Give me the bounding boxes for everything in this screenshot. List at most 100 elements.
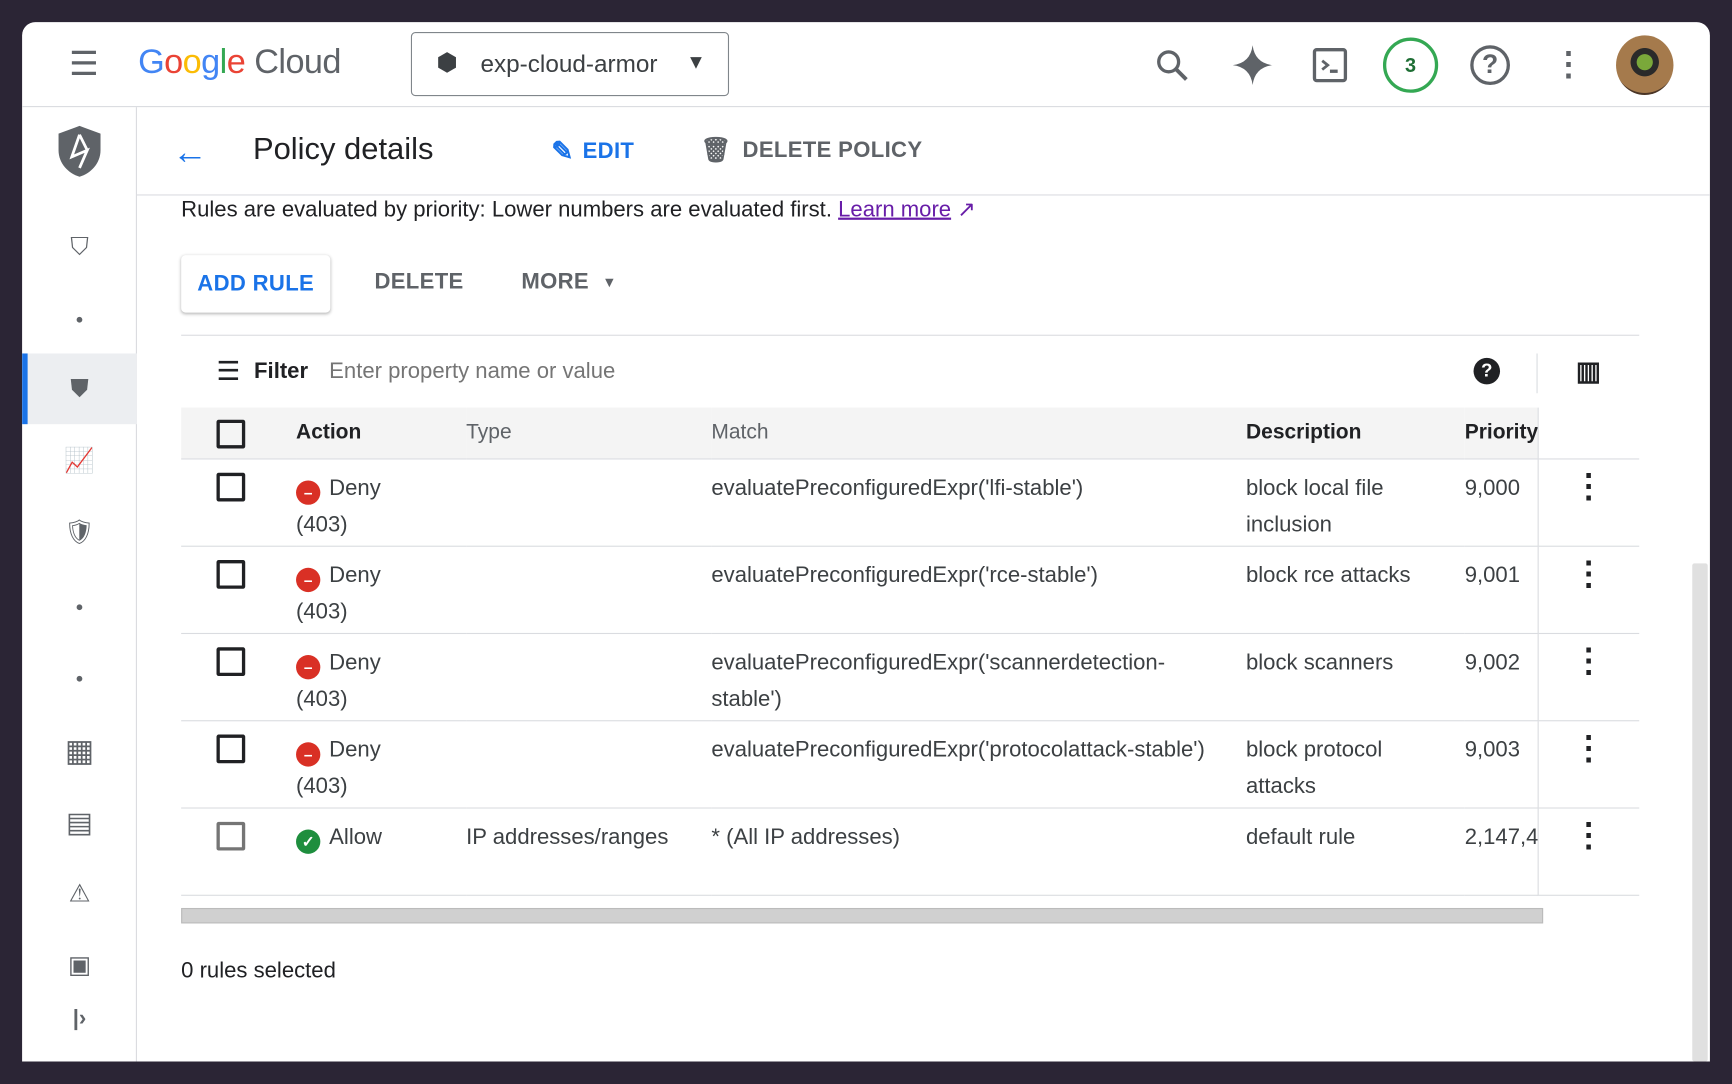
column-header-description[interactable]: Description [1245, 407, 1465, 459]
expand-rail-icon[interactable]: |› [22, 983, 137, 1054]
action-cell: – Deny (403) [296, 458, 467, 547]
cloud-shell-icon[interactable] [1310, 45, 1350, 85]
more-vert-icon[interactable]: ⋮ [1538, 731, 1639, 765]
rail-lock-shield-icon[interactable]: 🛡 [22, 497, 137, 568]
learn-more-link[interactable]: Learn more [838, 198, 951, 222]
table-header-row: Action Type Match Description Priority [181, 407, 1640, 459]
priority-cell: 9,002 [1464, 632, 1539, 721]
row-checkbox[interactable] [181, 720, 297, 809]
more-button[interactable]: MORE ▼ [521, 270, 616, 295]
priority-cell: 9,001 [1464, 545, 1539, 634]
rail-security-badge-icon[interactable]: ⛉ [22, 212, 137, 283]
action-cell: – Deny (403) [296, 545, 467, 634]
project-name: exp-cloud-armor [480, 49, 658, 78]
more-vert-icon[interactable]: ⋮ [1552, 44, 1585, 86]
match-cell: * (All IP addresses) [711, 807, 1246, 896]
row-actions-menu[interactable]: ⋮ [1537, 545, 1640, 634]
top-bar: ☰ Google Cloud ⬢ exp-cloud-armor ▼ 3 ? ⋮ [22, 22, 1710, 108]
cloud-armor-shield-icon[interactable] [22, 107, 137, 195]
table-row: – Deny (403) evaluatePreconfiguredExpr('rc… [181, 545, 1640, 634]
google-cloud-logo[interactable]: Google Cloud [138, 42, 341, 82]
filter-label: Filter [254, 358, 309, 384]
column-header-type[interactable]: Type [466, 407, 712, 459]
rail-firewall-icon[interactable]: ▤ [22, 786, 137, 857]
rail-policies-shield-icon[interactable]: ⛊ [22, 353, 137, 425]
rail-chart-sparkle-icon[interactable]: 📈 [22, 425, 137, 496]
delete-button[interactable]: DELETE [374, 270, 463, 295]
rail-dot-icon[interactable]: ● [22, 284, 137, 355]
priority-cell: 9,003 [1464, 720, 1539, 809]
user-avatar[interactable] [1616, 35, 1674, 95]
project-selector[interactable]: ⬢ exp-cloud-armor ▼ [410, 32, 730, 97]
product-nav-rail: ⛉ ● ⛊ 📈 🛡 ● ● ▦ ▤ ⚠ ▣ |› [22, 107, 137, 1062]
type-cell [466, 632, 712, 721]
selection-count: 0 rules selected [181, 958, 336, 984]
edit-button[interactable]: ✎ EDIT [551, 136, 634, 168]
back-arrow-icon[interactable]: ← [168, 131, 212, 171]
row-checkbox[interactable] [181, 545, 297, 634]
type-cell [466, 720, 712, 809]
more-vert-icon[interactable]: ⋮ [1538, 469, 1639, 503]
table-row: – Deny (403) evaluatePreconfiguredExpr('pr… [181, 720, 1640, 809]
priority-cell: 9,000 [1464, 458, 1539, 547]
filter-input[interactable] [329, 351, 1324, 392]
more-vert-icon[interactable]: ⋮ [1538, 557, 1639, 590]
column-display-icon[interactable]: ▥ [1575, 356, 1602, 386]
rail-dashboard-icon[interactable]: ▦ [22, 715, 137, 786]
horizontal-scrollbar[interactable] [181, 907, 1544, 924]
more-vert-icon[interactable]: ⋮ [1538, 819, 1639, 852]
notifications-badge[interactable]: 3 [1382, 37, 1439, 93]
row-actions-menu[interactable]: ⋮ [1537, 458, 1640, 547]
gemini-sparkle-icon[interactable] [1228, 42, 1277, 88]
action-cell: – Deny (403) [296, 632, 467, 721]
table-row: ✓ Allow IP addresses/ranges * (All IP add… [181, 807, 1640, 896]
trash-icon: 🗑 [700, 135, 732, 164]
description-cell: block rce attacks [1245, 545, 1465, 634]
add-rule-button[interactable]: ADD RULE [181, 255, 330, 312]
vertical-scrollbar[interactable] [1692, 563, 1708, 1062]
table-row: – Deny (403) evaluatePreconfiguredExpr('sc… [181, 632, 1640, 721]
menu-icon[interactable]: ☰ [62, 44, 106, 84]
column-header-action[interactable]: Action [296, 407, 467, 459]
help-circle-icon[interactable]: ? [1473, 357, 1501, 385]
dropdown-arrow-icon: ▼ [602, 273, 617, 291]
description-cell: block local file inclusion [1245, 458, 1465, 547]
column-header-match[interactable]: Match [711, 407, 1246, 459]
rail-threat-icon[interactable]: ⚠ [22, 858, 137, 929]
row-checkbox[interactable] [181, 632, 297, 721]
row-actions-menu[interactable]: ⋮ [1537, 632, 1640, 721]
action-cell: – Deny (403) [296, 720, 467, 809]
rules-table: Action Type Match Description Priority –… [181, 407, 1640, 896]
row-checkbox[interactable] [181, 807, 297, 896]
match-cell: evaluatePreconfiguredExpr('lfi-stable') [711, 458, 1246, 547]
row-actions-menu[interactable]: ⋮ [1537, 807, 1640, 896]
pencil-icon: ✎ [551, 136, 574, 167]
description-cell: default rule [1245, 807, 1465, 896]
rail-dot-icon[interactable]: ● [22, 643, 137, 714]
page-header: ← Policy details ✎ EDIT 🗑 DELETE POLICY [136, 107, 1710, 196]
deny-circle-icon: – [296, 742, 321, 767]
filter-bar: ☰ Filter ? ▥ [181, 334, 1640, 408]
type-cell [466, 458, 712, 547]
type-cell [466, 545, 712, 634]
priority-cell: 2,147,4 [1464, 807, 1539, 896]
table-row: – Deny (403) evaluatePreconfiguredExpr('lf… [181, 458, 1640, 547]
check-circle-icon: ✓ [296, 829, 321, 854]
column-header-priority[interactable]: Priority [1464, 407, 1539, 459]
rail-dot-icon[interactable]: ● [22, 571, 137, 642]
divider [1536, 353, 1538, 394]
select-all-checkbox[interactable] [181, 407, 297, 459]
more-vert-icon[interactable]: ⋮ [1538, 644, 1639, 678]
project-hex-icon: ⬢ [436, 48, 458, 77]
deny-circle-icon: – [296, 567, 321, 593]
match-cell: evaluatePreconfiguredExpr('protocolattac… [711, 720, 1246, 809]
row-checkbox[interactable] [181, 458, 297, 547]
deny-circle-icon: – [296, 480, 321, 505]
delete-policy-button[interactable]: 🗑 DELETE POLICY [700, 136, 922, 165]
match-cell: evaluatePreconfiguredExpr('scannerdetect… [711, 632, 1246, 721]
search-icon[interactable] [1149, 44, 1195, 86]
help-icon[interactable]: ? [1470, 45, 1510, 86]
row-actions-menu[interactable]: ⋮ [1537, 720, 1640, 809]
filter-icon: ☰ [216, 356, 241, 387]
app-window: ☰ Google Cloud ⬢ exp-cloud-armor ▼ 3 ? ⋮… [22, 22, 1710, 1062]
